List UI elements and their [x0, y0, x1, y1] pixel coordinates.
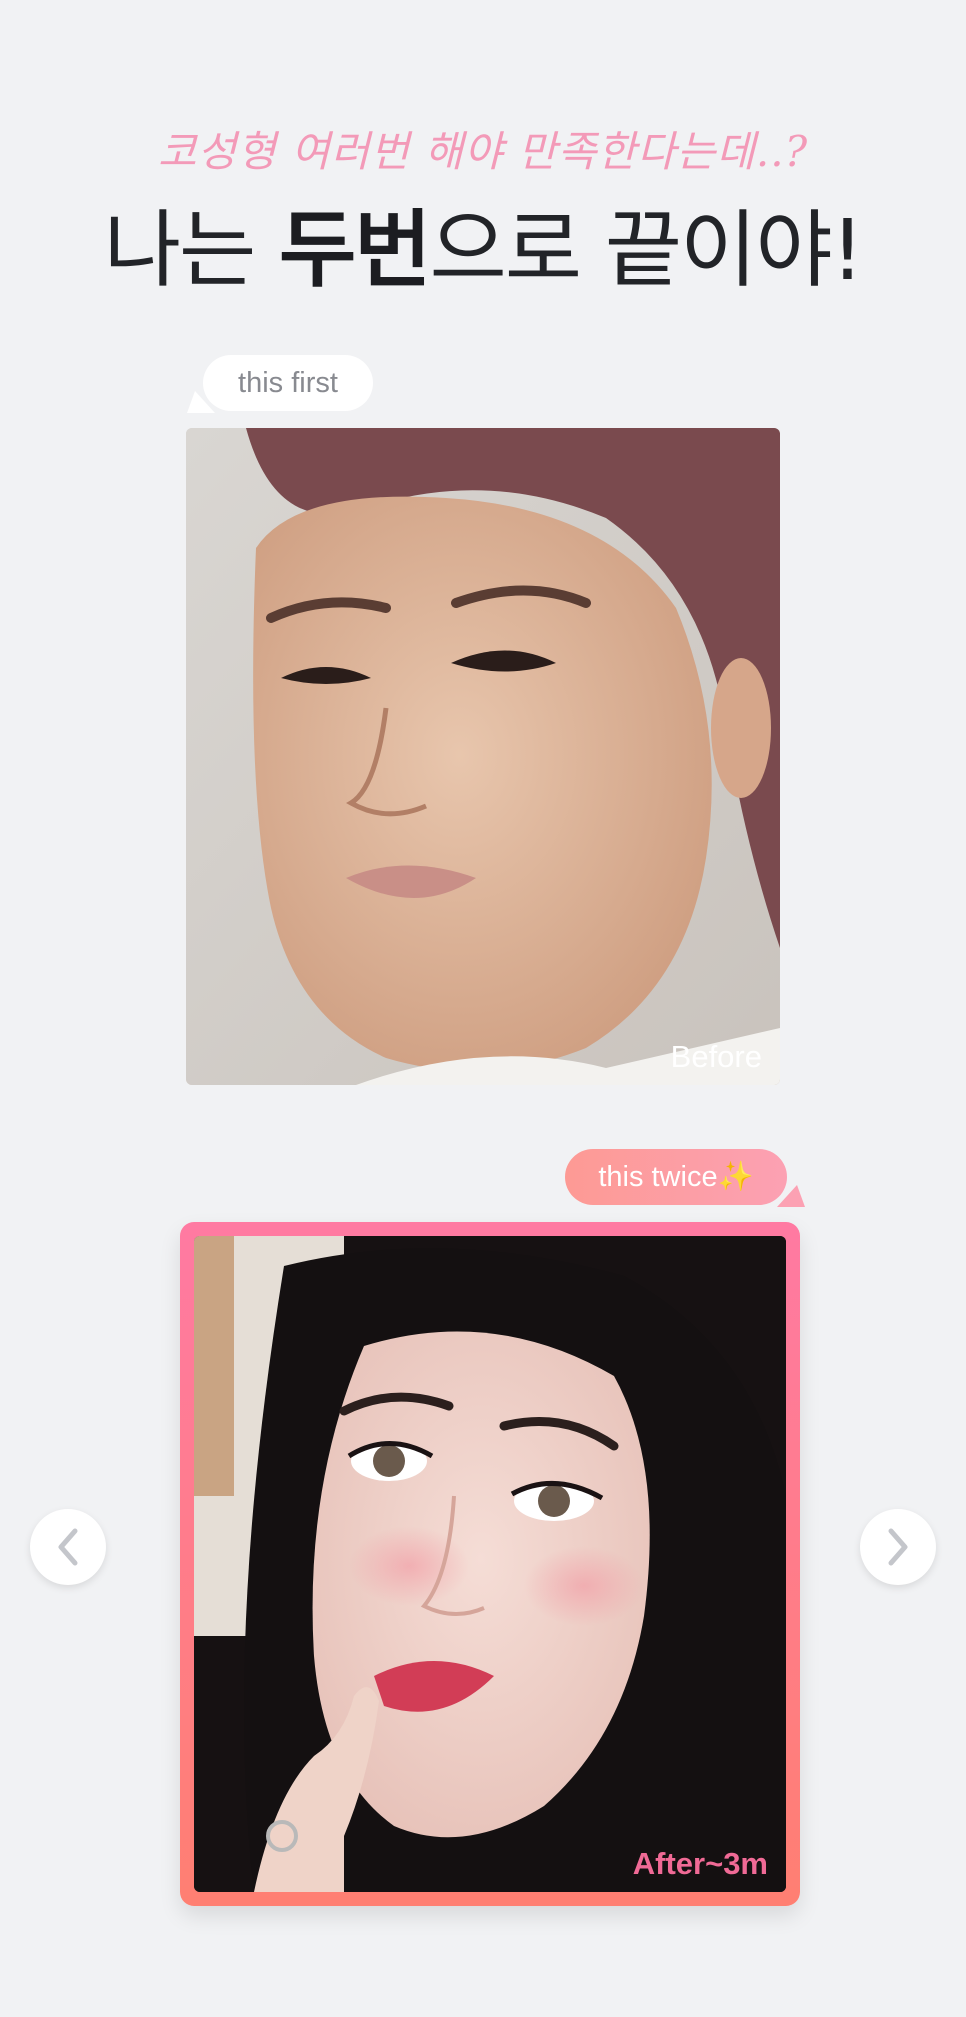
chevron-left-icon — [58, 1528, 78, 1566]
after-bubble: this twice✨ — [565, 1149, 806, 1207]
after-bubble-label: this twice — [598, 1161, 718, 1193]
bubble-tail — [768, 1185, 806, 1207]
sparkle-icon: ✨ — [717, 1161, 754, 1193]
after-photo-frame: After~3m — [180, 1222, 800, 1906]
carousel-next-button[interactable] — [860, 1509, 936, 1585]
after-portrait-image — [194, 1236, 786, 1892]
before-photo-label: Before — [670, 1039, 762, 1074]
before-bubble: this first — [186, 355, 373, 413]
headline: 나는 두번으로 끝이야! — [0, 200, 966, 300]
bubble-tail — [186, 391, 224, 413]
after-photo-label: After~3m — [632, 1846, 768, 1881]
headline-suffix: 으로 끝이야! — [429, 201, 865, 299]
before-photo: Before — [186, 428, 780, 1085]
after-photo: After~3m — [194, 1236, 786, 1892]
chevron-right-icon — [888, 1528, 908, 1566]
headline-prefix: 나는 — [103, 201, 279, 299]
headline-bold: 두번 — [278, 201, 432, 299]
before-portrait-image — [186, 428, 780, 1085]
before-bubble-label: this first — [238, 367, 338, 399]
carousel-prev-button[interactable] — [30, 1509, 106, 1585]
subtitle: 코성형 여러번 해야 만족한다는데..? — [157, 127, 809, 176]
